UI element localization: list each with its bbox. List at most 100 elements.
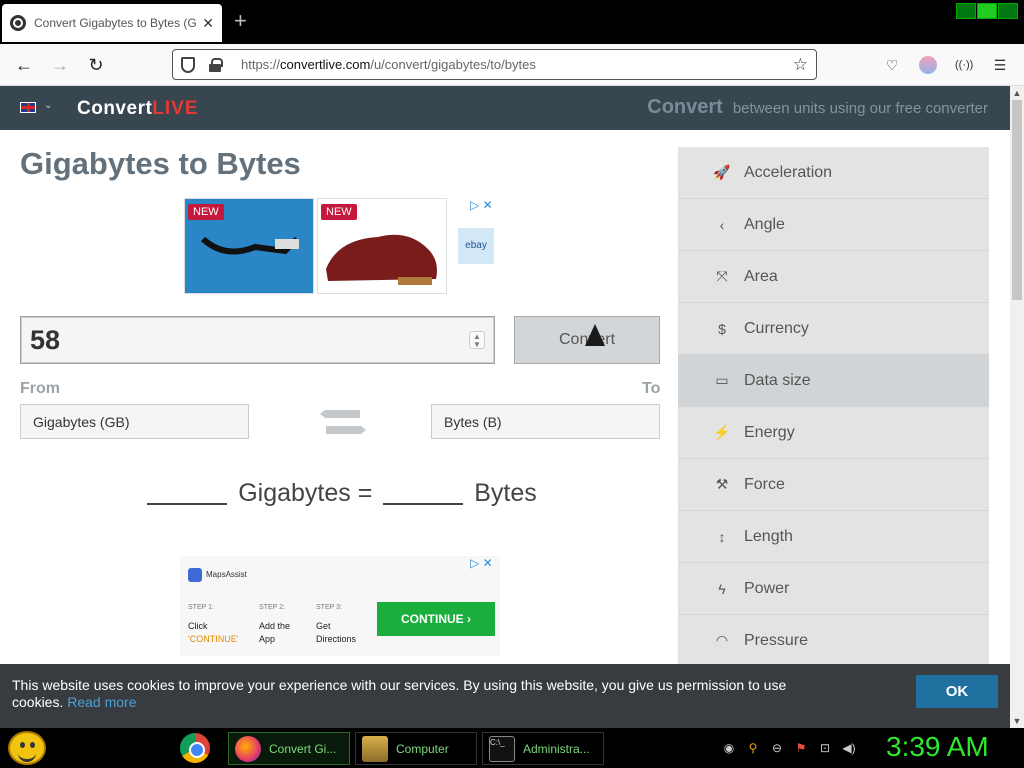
maximize-icon[interactable] [977,3,997,19]
sidebar-item-acceleration[interactable]: 🚀 Acceleration [678,147,989,199]
eq-to-unit: Bytes [474,479,537,507]
step-number: STEP 3: [316,604,342,611]
start-menu-smiley-icon[interactable] [8,731,46,765]
task-label: Convert Gi... [269,741,337,756]
step-number: STEP 1: [188,604,214,611]
ad-banner-mapsassist[interactable]: MapsAssist ▷ ✕ STEP 1: Click 'CONTINUE' ST… [180,556,500,656]
cookie-banner: This website uses cookies to improve you… [0,664,1010,728]
scrollbar-thumb[interactable] [1012,100,1022,300]
page-viewport: ⌄ ConvertLIVE Convert between units using… [0,86,1010,728]
network-icon[interactable]: ⊡ [818,741,832,755]
from-unit-select[interactable]: Gigabytes (GB) [20,404,249,439]
cookie-message: This website uses cookies to improve you… [12,677,792,711]
step-line: Get [316,621,331,631]
sidebar-item-label: Power [744,579,790,597]
sidebar-item-currency[interactable]: $ Currency [678,303,989,355]
chrome-icon[interactable] [180,733,210,763]
sidebar-item-label: Data size [744,371,811,389]
cd-drive-icon[interactable]: ◉ [722,741,736,755]
sidebar-item-data-size[interactable]: ▭ Data size [678,355,989,407]
sidebar-item-pressure[interactable]: ◠ Pressure [678,615,989,667]
taskbar-item-computer[interactable]: Computer [355,732,477,765]
os-taskbar: Convert Gi... Computer C:\_ Administra..… [0,728,1024,768]
sidebar-item-force[interactable]: ⚒ Force [678,459,989,511]
address-bar[interactable]: https://convertlive.com/u/convert/gigaby… [172,49,817,80]
sidebar-item-length[interactable]: ↕ Length [678,511,989,563]
extension-icon[interactable]: ((·)) [955,56,973,74]
minimize-icon[interactable] [956,3,976,19]
ad-banner-top[interactable]: NEW NEW ebay ▷ ✕ [184,198,494,294]
menu-hamburger-icon[interactable]: ☰ [991,56,1009,74]
taskbar-item-terminal[interactable]: C:\_ Administra... [482,732,604,765]
site-logo[interactable]: ConvertLIVE [77,98,199,120]
volume-icon[interactable]: ◀) [842,741,856,755]
sidebar-item-area[interactable]: ⤧ Area [678,251,989,303]
url-path: /u/convert/gigabytes/to/bytes [370,57,536,72]
scroll-up-icon[interactable]: ▲ [1010,86,1024,100]
step-2: STEP 2: Add the App [259,601,290,646]
forward-icon[interactable]: → [48,53,72,77]
search-icon[interactable]: ⚲ [746,741,760,755]
close-tab-icon[interactable]: ✕ [202,15,214,32]
taskbar-item-firefox[interactable]: Convert Gi... [228,732,350,765]
page-scrollbar[interactable]: ▲ ▼ [1010,86,1024,728]
cookie-ok-button[interactable]: OK [916,675,998,708]
from-label: From [20,380,60,397]
ad-product-image[interactable]: NEW [184,198,314,294]
logo-accent-text: LIVE [152,98,199,119]
mapsassist-logo: MapsAssist [188,568,247,582]
site-favicon-icon [10,15,26,31]
hard-drive-icon: ▭ [715,372,729,388]
continue-label: CONTINUE [400,612,464,626]
close-window-icon[interactable] [998,3,1018,19]
value-input[interactable] [20,316,495,364]
language-caret-icon[interactable]: ⌄ [44,100,52,111]
new-badge: NEW [188,204,224,220]
ebay-logo[interactable]: ebay [458,228,494,264]
sidebar-item-energy[interactable]: ⚡ Energy [678,407,989,459]
computer-icon [362,735,388,762]
sidebar-item-label: Energy [744,423,795,441]
task-label: Administra... [523,741,590,756]
step-line: App [259,634,276,644]
back-icon[interactable]: ← [12,53,36,77]
sidebar-item-label: Angle [744,215,785,233]
header-tagline-text: between units using our free converter [732,100,988,117]
ad-product-image[interactable]: NEW [317,198,447,294]
sidebar-item-power[interactable]: ϟ Power [678,563,989,615]
system-clock[interactable]: 3:39 AM [886,731,989,763]
logo-main-text: Convert [77,98,153,119]
from-value-blank [147,483,228,505]
adchoices-icon[interactable]: ▷ ✕ [470,198,493,212]
site-header: ⌄ ConvertLIVE Convert between units using… [0,86,1010,130]
window-controls[interactable] [956,3,1018,19]
flag-icon[interactable]: ⚑ [794,741,808,755]
lock-icon[interactable] [209,57,223,72]
step-line: Add the [259,621,291,631]
swap-units-icon[interactable] [320,404,366,440]
category-sidebar: 🚀 Acceleration ‹ Angle ⤧ Area $ Currency ▭ Da… [678,147,989,728]
conversion-result: Gigabytes = Bytes [0,479,680,508]
step-3: STEP 3: Get Directions [316,601,356,646]
tracking-shield-icon[interactable] [181,56,195,73]
mouse-cursor-icon [585,324,605,346]
pocket-icon[interactable]: ♡ [883,56,901,74]
browser-tab[interactable]: Convert Gigabytes to Bytes (GB ✕ [2,4,222,42]
bolt-icon: ϟ [718,580,726,597]
adchoices-icon[interactable]: ▷ ✕ [470,556,493,570]
uk-flag-icon[interactable] [20,102,36,113]
url-text[interactable]: https://convertlive.com/u/convert/gigaby… [241,57,793,72]
sidebar-item-angle[interactable]: ‹ Angle [678,199,989,251]
to-unit-select[interactable]: Bytes (B) [431,404,660,439]
bookmark-star-icon[interactable]: ☆ [793,55,808,75]
read-more-link[interactable]: Read more [67,694,136,710]
step-number: STEP 2: [259,604,285,611]
profile-avatar-icon[interactable] [919,56,937,74]
step-line: 'CONTINUE' [188,634,239,644]
scroll-down-icon[interactable]: ▼ [1010,714,1024,728]
ad-continue-button[interactable]: CONTINUE › [377,602,495,636]
number-stepper-icon[interactable]: ▲ ▼ [469,331,485,349]
minus-circle-icon[interactable]: ⊖ [770,741,784,755]
reload-icon[interactable]: ↻ [84,53,108,77]
new-tab-icon[interactable]: + [234,10,247,32]
